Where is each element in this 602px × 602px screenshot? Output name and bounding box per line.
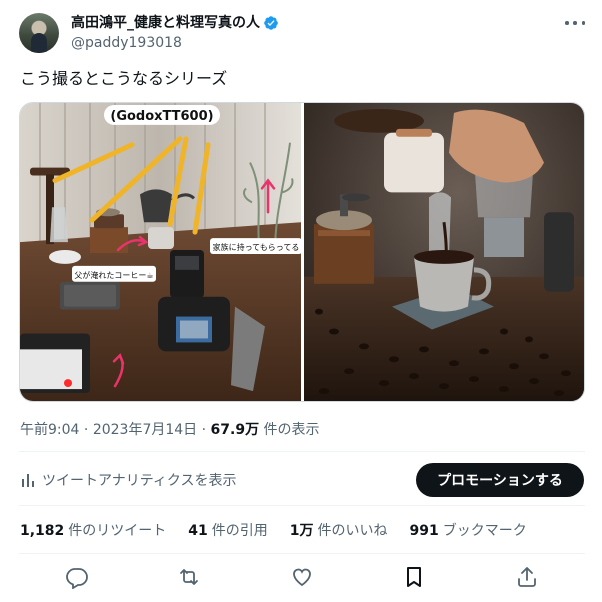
retweet-icon[interactable] [177,565,201,589]
author-names: 高田鴻平_健康と料理写真の人 @paddy193018 [71,13,279,53]
tweet-card: 高田鴻平_健康と料理写真の人 @paddy193018 こう撮るとこうなるシリー… [0,0,602,602]
handle[interactable]: @paddy193018 [71,33,279,53]
more-icon[interactable] [565,15,585,31]
retweets-stat[interactable]: 1,182 件のリツイート [20,520,166,540]
likes-count: 1万 [289,523,314,539]
avatar[interactable] [19,13,59,53]
likes-label: 件のいいね [317,523,388,539]
media-grid: (GodoxTT600) 家族に持ってもらってる 父が淹れたコーヒー☕ [19,102,585,402]
likes-stat[interactable]: 1万 件のいいね [290,520,388,540]
photo-label-family: 家族に持ってもらってる [213,242,300,252]
verified-badge-icon [264,16,278,30]
analytics-icon [22,474,34,487]
action-bar [0,565,602,591]
photo-label-father: 父が淹れたコーヒー☕ [74,270,153,280]
display-name-row[interactable]: 高田鴻平_健康と料理写真の人 [71,13,279,33]
photo-result[interactable] [304,103,585,401]
reply-icon[interactable] [65,565,89,589]
meta-sep: · [201,422,211,438]
quotes-count: 41 [188,523,208,539]
analytics-link[interactable]: ツイートアナリティクスを表示 [20,470,236,490]
engagement-stats: 1,182 件のリツイート 41 件の引用 1万 件のいいね 991 ブックマーク [20,520,549,540]
heart-icon[interactable] [290,565,314,589]
divider [19,553,585,554]
bookmarks-stat[interactable]: 991 ブックマーク [410,520,527,540]
meta-sep: · [83,422,93,438]
photo-label-device: (GodoxTT600) [110,109,213,124]
photo-setup[interactable]: (GodoxTT600) 家族に持ってもらってる 父が淹れたコーヒー☕ [20,103,301,401]
views-label: 件の表示 [263,422,320,438]
tweet-date[interactable]: 2023年7月14日 [93,422,197,438]
tweet-meta: 午前9:04 · 2023年7月14日 · 67.9万 件の表示 [20,420,320,440]
retweets-label: 件のリツイート [68,523,167,539]
tweet-header: 高田鴻平_健康と料理写真の人 @paddy193018 [19,13,589,53]
tweet-time[interactable]: 午前9:04 [20,422,79,438]
quotes-label: 件の引用 [211,523,268,539]
promote-button[interactable]: プロモーションする [416,463,584,497]
views-count: 67.9万 [210,422,260,438]
divider [19,451,585,452]
tweet-text: こう撮るとこうなるシリーズ [20,69,228,88]
divider [19,505,585,506]
bookmark-icon[interactable] [402,565,426,589]
bookmarks-count: 991 [409,523,439,539]
bookmarks-label: ブックマーク [442,523,527,539]
analytics-label[interactable]: ツイートアナリティクスを表示 [42,470,236,490]
retweets-count: 1,182 [20,523,65,539]
share-icon[interactable] [515,565,539,589]
display-name[interactable]: 高田鴻平_健康と料理写真の人 [71,13,260,33]
quotes-stat[interactable]: 41 件の引用 [188,520,267,540]
